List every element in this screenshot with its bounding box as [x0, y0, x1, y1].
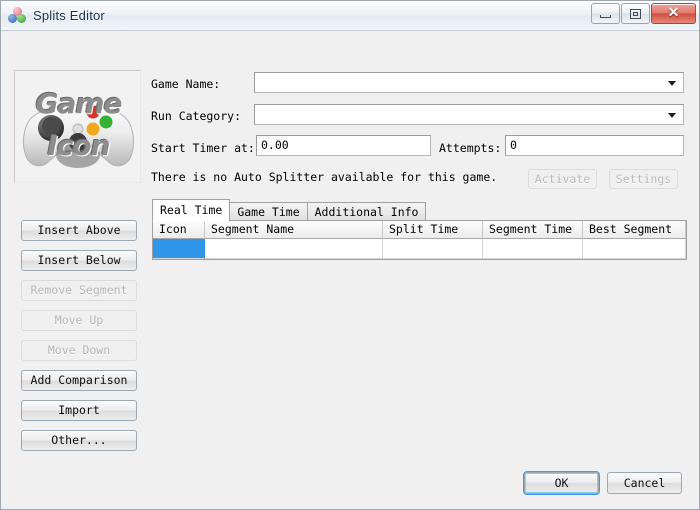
comparison-tabs: Real Time Game Time Additional Info — [152, 199, 427, 222]
tab-additional-info[interactable]: Additional Info — [306, 202, 427, 222]
game-icon-label-top: Game — [35, 87, 122, 120]
column-header-segment-name[interactable]: Segment Name — [205, 221, 383, 239]
livesplit-icon — [8, 6, 26, 25]
game-icon-label-bottom: Icon — [47, 129, 110, 162]
settings-button: Settings — [609, 169, 678, 189]
minimize-button[interactable] — [591, 3, 620, 24]
insert-above-button[interactable]: Insert Above — [21, 220, 137, 241]
window-controls: ✕ — [591, 3, 696, 24]
column-header-segment-time[interactable]: Segment Time — [483, 221, 583, 239]
chevron-down-icon — [668, 112, 676, 118]
cell-split-time[interactable] — [383, 239, 483, 259]
column-header-split-time[interactable]: Split Time — [383, 221, 483, 239]
cancel-button[interactable]: Cancel — [607, 472, 682, 494]
table-header-row: Icon Segment Name Split Time Segment Tim… — [153, 221, 686, 239]
maximize-button[interactable] — [621, 3, 650, 24]
column-header-icon[interactable]: Icon — [153, 221, 205, 239]
cell-best-segment[interactable] — [583, 239, 686, 259]
tab-real-time[interactable]: Real Time — [152, 199, 231, 222]
splits-table[interactable]: Icon Segment Name Split Time Segment Tim… — [152, 220, 687, 260]
start-timer-label: Start Timer at: — [151, 141, 255, 155]
run-category-combo[interactable] — [254, 104, 684, 125]
segment-actions-panel: Insert Above Insert Below Remove Segment… — [21, 220, 137, 460]
move-down-button: Move Down — [21, 340, 137, 361]
game-name-combo[interactable] — [254, 72, 684, 93]
ok-button[interactable]: OK — [523, 471, 600, 495]
import-button[interactable]: Import — [21, 400, 137, 421]
remove-segment-button: Remove Segment — [21, 280, 137, 301]
chevron-down-icon — [668, 80, 676, 86]
game-name-label: Game Name: — [151, 77, 221, 91]
column-header-best-segment[interactable]: Best Segment — [583, 221, 686, 239]
game-icon-box[interactable]: Game Icon — [14, 70, 141, 183]
splits-editor-window: Splits Editor ✕ Game Icon Insert Above I… — [0, 0, 700, 510]
cell-segment-time[interactable] — [483, 239, 583, 259]
insert-below-button[interactable]: Insert Below — [21, 250, 137, 271]
start-timer-input[interactable]: 0.00 — [256, 135, 431, 156]
tab-game-time[interactable]: Game Time — [229, 202, 308, 222]
cell-icon[interactable] — [153, 239, 205, 259]
run-category-label: Run Category: — [151, 109, 242, 123]
maximize-icon — [630, 8, 641, 19]
close-icon: ✕ — [667, 5, 680, 21]
attempts-input[interactable]: 0 — [505, 135, 684, 156]
dialog-client-area: Game Icon Insert Above Insert Below Remo… — [1, 31, 699, 509]
add-comparison-button[interactable]: Add Comparison — [21, 370, 137, 391]
other-button[interactable]: Other... — [21, 430, 137, 451]
close-button[interactable]: ✕ — [651, 3, 696, 24]
table-row[interactable] — [153, 239, 686, 259]
auto-splitter-note: There is no Auto Splitter available for … — [151, 170, 498, 184]
title-bar: Splits Editor ✕ — [1, 1, 699, 31]
minimize-icon — [600, 14, 611, 18]
cell-segment-name[interactable] — [205, 239, 383, 259]
attempts-label: Attempts: — [439, 141, 502, 155]
window-title: Splits Editor — [33, 8, 105, 23]
activate-button: Activate — [528, 169, 597, 189]
move-up-button: Move Up — [21, 310, 137, 331]
